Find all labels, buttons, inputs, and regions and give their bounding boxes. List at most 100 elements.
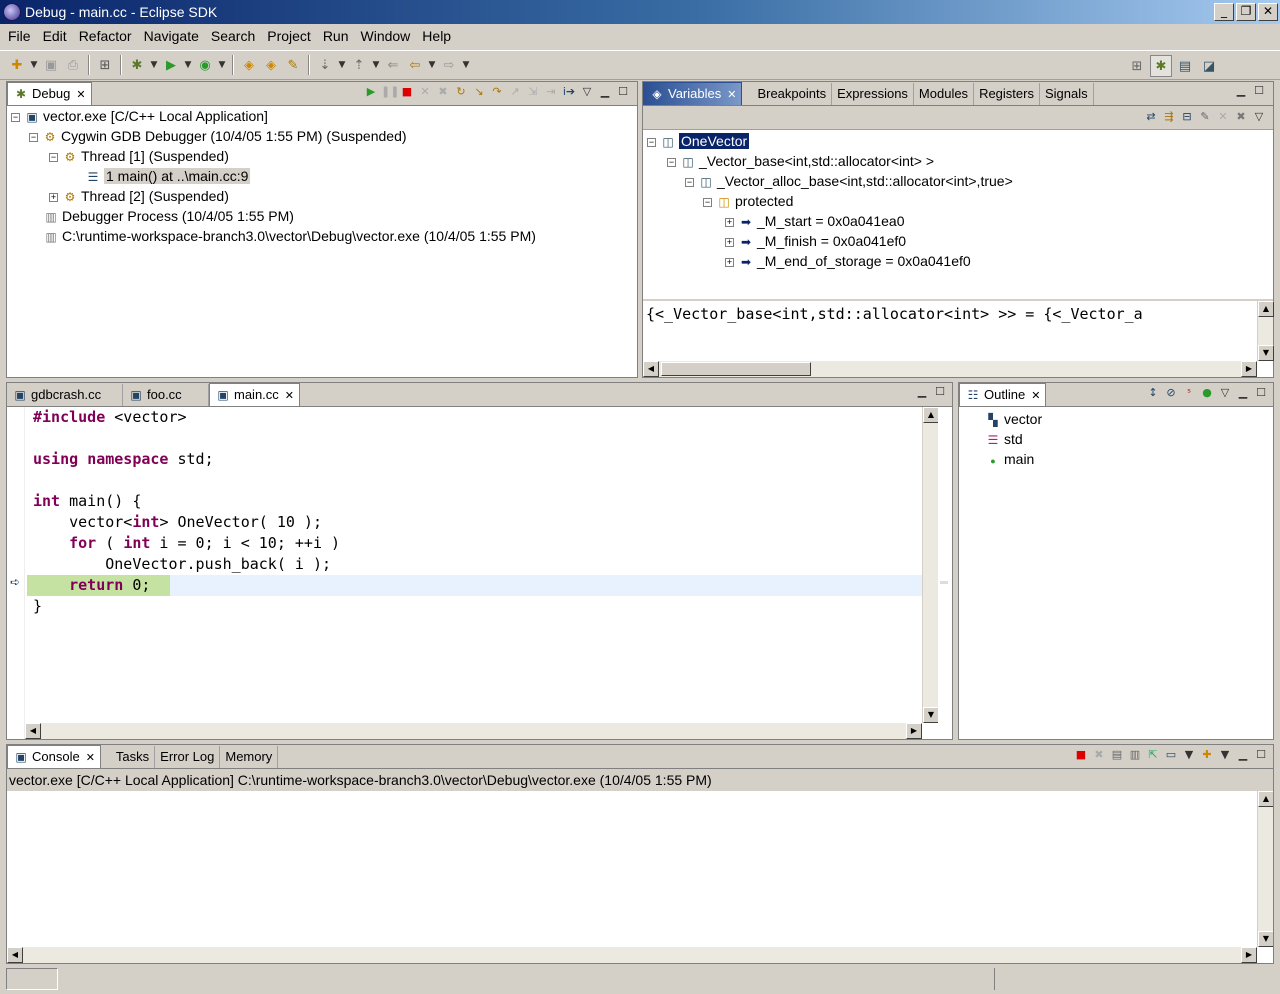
collapse-icon[interactable]: −: [703, 197, 712, 207]
menu-project[interactable]: Project: [261, 28, 317, 44]
terminate-icon[interactable]: ■: [1073, 747, 1089, 763]
scroll-left-button[interactable]: ◀: [25, 723, 41, 739]
outline-item-function[interactable]: ● main: [985, 449, 1034, 469]
tree-item[interactable]: + ➡ _M_start = 0x0a041ea0: [725, 211, 905, 231]
new-icon[interactable]: ✚: [6, 54, 28, 76]
code-line[interactable]: }: [33, 596, 340, 617]
code-line[interactable]: using namespace std;: [33, 449, 340, 470]
use-step-filters-icon[interactable]: ⇥: [543, 84, 559, 100]
run-icon[interactable]: ▶: [160, 54, 182, 76]
previous-annotation-dropdown[interactable]: ▼: [370, 60, 382, 70]
expand-icon[interactable]: +: [725, 257, 734, 267]
minimize-icon[interactable]: ▁: [597, 84, 613, 100]
code-line[interactable]: return 0;: [33, 575, 340, 596]
code-line[interactable]: int main() {: [33, 491, 340, 512]
previous-annotation-icon[interactable]: ⇡: [348, 54, 370, 76]
scroll-right-button[interactable]: ▶: [1241, 947, 1257, 963]
close-icon[interactable]: ✕: [76, 89, 85, 101]
menu-help[interactable]: Help: [416, 28, 457, 44]
scroll-right-button[interactable]: ▶: [1241, 361, 1257, 377]
scroll-left-button[interactable]: ◀: [643, 361, 659, 377]
tab-expressions[interactable]: Expressions: [832, 83, 914, 105]
pin-console-icon[interactable]: ⇱: [1145, 747, 1161, 763]
forward-icon[interactable]: ⇨: [438, 54, 460, 76]
debug-icon[interactable]: ✱: [126, 54, 148, 76]
scroll-up-button[interactable]: ▲: [1258, 301, 1274, 317]
view-menu-icon[interactable]: ▽: [579, 84, 595, 100]
close-button[interactable]: ✕: [1258, 3, 1278, 21]
tab-signals[interactable]: Signals: [1040, 83, 1094, 105]
collapse-icon[interactable]: −: [29, 132, 38, 142]
scroll-lock-icon[interactable]: ▥: [1127, 747, 1143, 763]
resume-icon[interactable]: ▶: [363, 84, 379, 100]
editor-vertical-scrollbar[interactable]: ▲ ▼: [922, 407, 939, 723]
tab-debug[interactable]: ✱ Debug ✕: [7, 82, 92, 105]
detail-pane[interactable]: {<_Vector_base<int,std::allocator<int> >…: [643, 299, 1274, 377]
restart-icon[interactable]: ↻: [453, 84, 469, 100]
scroll-down-button[interactable]: ▼: [1258, 345, 1274, 361]
show-logical-structure-icon[interactable]: ⇶: [1161, 109, 1177, 125]
forward-dropdown[interactable]: ▼: [460, 60, 472, 70]
maximize-icon[interactable]: ☐: [1253, 385, 1269, 401]
hide-static-icon[interactable]: ˢ: [1181, 385, 1197, 401]
code-line[interactable]: OneVector.push_back( i );: [33, 554, 340, 575]
minimize-icon[interactable]: ▁: [1235, 747, 1251, 763]
view-menu-icon[interactable]: ▽: [1217, 385, 1233, 401]
run-dropdown[interactable]: ▼: [182, 60, 194, 70]
tree-item[interactable]: − ◫ _Vector_alloc_base<int,std::allocator<…: [685, 171, 1013, 191]
tab-outline[interactable]: ☷ Outline ✕: [959, 383, 1047, 406]
scroll-up-button[interactable]: ▲: [1258, 791, 1273, 807]
debug-dropdown[interactable]: ▼: [148, 60, 160, 70]
remove-terminated-icon[interactable]: ✖: [435, 84, 451, 100]
minimize-button[interactable]: _: [1214, 3, 1234, 21]
close-icon[interactable]: ✕: [285, 390, 294, 402]
code-line[interactable]: for ( int i = 0; i < 10; ++i ): [33, 533, 340, 554]
tree-item[interactable]: − ◫ _Vector_base<int,std::allocator<int> >: [667, 151, 934, 171]
code-line[interactable]: [33, 470, 340, 491]
remove-all-icon[interactable]: ✖: [1233, 109, 1249, 125]
restore-button[interactable]: ❐: [1236, 3, 1256, 21]
detail-vertical-scrollbar[interactable]: ▲ ▼: [1257, 301, 1274, 361]
save-icon[interactable]: ▣: [40, 54, 62, 76]
expand-icon[interactable]: +: [725, 217, 734, 227]
maximize-icon[interactable]: ☐: [1253, 747, 1269, 763]
last-edit-icon[interactable]: ⇐: [382, 54, 404, 76]
collapse-icon[interactable]: −: [647, 137, 656, 147]
display-console-icon[interactable]: ▭: [1163, 747, 1179, 763]
hide-fields-icon[interactable]: ⊘: [1163, 385, 1179, 401]
print-icon[interactable]: ⎙: [62, 54, 84, 76]
tab-gdbcrash-cc[interactable]: ▣ gdbcrash.cc: [7, 384, 123, 406]
step-into-icon[interactable]: ↘: [471, 84, 487, 100]
code-line[interactable]: #include <vector>: [33, 407, 340, 428]
step-return-icon[interactable]: ↗: [507, 84, 523, 100]
tab-memory[interactable]: Memory: [220, 746, 279, 768]
tree-item-stack-frame[interactable]: ☰ 1 main() at ..\main.cc:9: [85, 166, 251, 186]
disconnect-icon[interactable]: ✕: [417, 84, 433, 100]
scroll-up-button[interactable]: ▲: [923, 407, 939, 423]
cpp-perspective-icon[interactable]: ▤: [1174, 55, 1196, 77]
open-console-dropdown[interactable]: ▼: [1217, 747, 1233, 763]
tab-main-cc[interactable]: ▣ main.cc ✕: [209, 383, 301, 406]
search-icon[interactable]: ✎: [282, 54, 304, 76]
scroll-down-button[interactable]: ▼: [923, 707, 939, 723]
view-menu-icon[interactable]: ▽: [1251, 109, 1267, 125]
tab-breakpoints[interactable]: Breakpoints: [752, 83, 833, 105]
change-value-icon[interactable]: ✎: [1197, 109, 1213, 125]
collapse-icon[interactable]: −: [49, 152, 58, 162]
code-text[interactable]: #include <vector> using namespace std; i…: [33, 407, 340, 617]
suspend-icon[interactable]: ❚❚: [381, 84, 399, 100]
collapse-all-icon[interactable]: ⊟: [1179, 109, 1195, 125]
drop-to-frame-icon[interactable]: ⇲: [525, 84, 541, 100]
close-icon[interactable]: ✕: [86, 752, 95, 764]
menu-run[interactable]: Run: [317, 28, 355, 44]
back-icon[interactable]: ⇦: [404, 54, 426, 76]
back-dropdown[interactable]: ▼: [426, 60, 438, 70]
tree-item[interactable]: − ◫ protected: [703, 191, 793, 211]
close-icon[interactable]: ✕: [727, 89, 736, 101]
tree-item[interactable]: + ⚙ Thread [2] (Suspended): [49, 186, 229, 206]
tree-item[interactable]: − ⚙ Cygwin GDB Debugger (10/4/05 1:55 PM) …: [29, 126, 407, 146]
debug-perspective-icon[interactable]: ✱: [1150, 55, 1172, 77]
external-tools-dropdown[interactable]: ▼: [216, 60, 228, 70]
build-icon[interactable]: ⊞: [94, 54, 116, 76]
collapse-icon[interactable]: −: [685, 177, 694, 187]
